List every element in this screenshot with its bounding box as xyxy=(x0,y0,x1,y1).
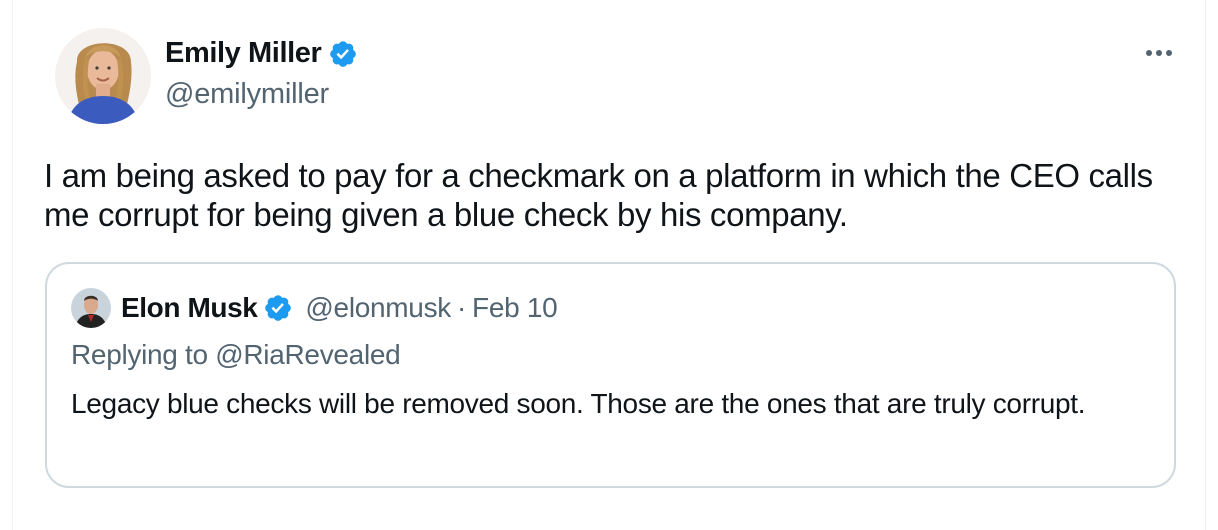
replying-to-label: Replying to xyxy=(71,339,216,370)
more-horizontal-icon xyxy=(1146,50,1172,56)
separator-dot: · xyxy=(456,292,467,323)
author-name-row: Emily Miller xyxy=(165,37,358,70)
author-avatar-image xyxy=(55,28,151,124)
author-name[interactable]: Emily Miller xyxy=(165,37,322,70)
quoted-author-avatar-image xyxy=(71,288,111,328)
quoted-author-avatar[interactable] xyxy=(71,288,111,328)
more-options-button[interactable] xyxy=(1134,36,1184,70)
quoted-tweet[interactable]: Elon Musk @elonmusk · Feb 10 Replying to… xyxy=(45,262,1176,488)
replying-to-mention[interactable]: @RiaRevealed xyxy=(215,339,400,370)
quoted-author-handle[interactable]: @elonmusk xyxy=(305,292,451,324)
tweet-text: I am being asked to pay for a checkmark … xyxy=(44,157,1153,233)
author-handle[interactable]: @emilymiller xyxy=(165,78,329,111)
replying-to-line: Replying to @RiaRevealed xyxy=(71,339,401,371)
verified-badge-icon[interactable] xyxy=(328,39,358,69)
quoted-tweet-date[interactable]: Feb 10 xyxy=(472,292,558,324)
author-avatar[interactable] xyxy=(55,28,151,124)
quoted-tweet-header: Elon Musk @elonmusk · Feb 10 xyxy=(71,288,558,328)
verified-badge-icon[interactable] xyxy=(263,293,293,323)
quoted-tweet-text: Legacy blue checks will be removed soon.… xyxy=(71,388,1086,419)
tweet-card: Emily Miller @emilymiller I am being ask… xyxy=(12,0,1206,530)
quoted-author-name[interactable]: Elon Musk xyxy=(121,292,258,324)
